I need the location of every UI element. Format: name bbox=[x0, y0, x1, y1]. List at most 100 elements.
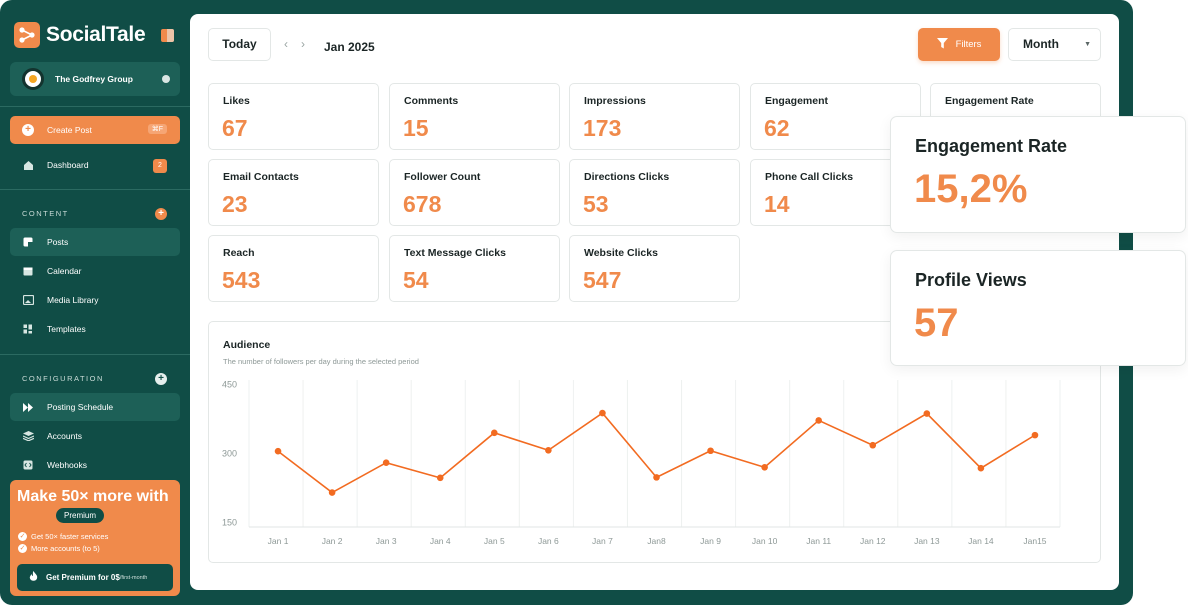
x-tick-label: Jan 11 bbox=[806, 536, 831, 546]
metric-card-impressions[interactable]: Impressions 173 bbox=[569, 83, 740, 150]
data-point bbox=[869, 441, 877, 449]
check-icon: ✓ bbox=[18, 544, 27, 553]
home-icon bbox=[22, 159, 34, 171]
media-icon bbox=[22, 294, 34, 306]
chevron-right-icon[interactable]: › bbox=[301, 38, 310, 51]
chevron-left-icon[interactable]: ‹ bbox=[284, 38, 293, 51]
section-label-configuration: CONFIGURATION bbox=[22, 374, 104, 383]
metric-value: 62 bbox=[764, 115, 790, 141]
create-post-button[interactable]: + Create Post ⌘F bbox=[10, 116, 180, 144]
add-content-icon[interactable]: + bbox=[155, 208, 167, 220]
sidebar-item-label: Dashboard bbox=[47, 160, 89, 170]
x-tick-label: Jan 5 bbox=[484, 536, 505, 546]
add-configuration-icon[interactable]: + bbox=[155, 373, 167, 385]
data-point bbox=[599, 409, 606, 417]
data-point bbox=[382, 459, 390, 466]
premium-promo-card: Make 50× more with Premium ✓ Get 50× fas… bbox=[10, 480, 180, 596]
org-avatar bbox=[22, 68, 44, 90]
x-tick-label: Jan 1 bbox=[268, 536, 289, 546]
notification-badge: 2 bbox=[153, 159, 167, 173]
sidebar-item-label: Templates bbox=[47, 324, 86, 334]
metric-value: 547 bbox=[583, 267, 622, 293]
org-switcher[interactable]: The Godfrey Group bbox=[10, 62, 180, 96]
today-button[interactable]: Today bbox=[208, 28, 271, 61]
x-tick-label: Jan 12 bbox=[860, 536, 886, 546]
premium-badge: Premium bbox=[56, 508, 105, 523]
audience-line-chart: 450 300 150 Jan 1 Jan 2 Jan 3 Jan 4 Jan 5 Jan 6 J… bbox=[222, 380, 1061, 546]
metric-value: 23 bbox=[222, 191, 248, 217]
flame-icon bbox=[29, 571, 38, 584]
x-tick-label: Jan 10 bbox=[752, 536, 778, 546]
metric-card-comments[interactable]: Comments 15 bbox=[389, 83, 560, 150]
data-point bbox=[274, 447, 282, 455]
divider bbox=[0, 189, 190, 190]
metric-card-text-message-clicks[interactable]: Text Message Clicks 54 bbox=[389, 235, 560, 302]
highlight-card-engagement-rate[interactable]: Engagement Rate 15,2% bbox=[890, 116, 1186, 233]
metric-label: Engagement Rate bbox=[945, 95, 1034, 107]
sidebar-item-webhooks[interactable]: Webhooks bbox=[10, 451, 180, 479]
chart-title: Audience bbox=[223, 339, 271, 351]
sidebar-toggle-icon[interactable] bbox=[161, 29, 174, 42]
metric-card-reach[interactable]: Reach 543 bbox=[208, 235, 379, 302]
metric-label: Comments bbox=[404, 95, 459, 107]
x-tick-label: Jan 3 bbox=[376, 536, 397, 546]
sidebar-item-label: Calendar bbox=[47, 266, 82, 276]
highlight-label: Profile Views bbox=[915, 270, 1027, 290]
shortcut-hint: ⌘F bbox=[147, 124, 167, 134]
metric-value: 15 bbox=[403, 115, 429, 141]
check-icon: ✓ bbox=[18, 532, 27, 541]
divider bbox=[0, 106, 190, 107]
schedule-icon bbox=[22, 401, 34, 413]
sidebar-item-dashboard[interactable]: Dashboard 2 bbox=[10, 151, 180, 179]
metric-label: Engagement bbox=[765, 95, 829, 107]
sidebar-item-accounts[interactable]: Accounts bbox=[10, 422, 180, 450]
sidebar-item-posts[interactable]: Posts bbox=[10, 228, 180, 256]
metric-card-follower-count[interactable]: Follower Count 678 bbox=[389, 159, 560, 226]
highlight-value: 15,2% bbox=[914, 167, 1028, 211]
data-point bbox=[653, 474, 660, 481]
webhooks-icon bbox=[22, 459, 34, 471]
data-point bbox=[328, 489, 336, 496]
metric-card-email-contacts[interactable]: Email Contacts 23 bbox=[208, 159, 379, 226]
metric-card-likes[interactable]: Likes 67 bbox=[208, 83, 379, 150]
get-premium-button[interactable]: Get Premium for 0$ /first-month bbox=[17, 564, 173, 591]
metric-value: 67 bbox=[222, 115, 248, 141]
range-select[interactable]: Month ▼ bbox=[1008, 28, 1101, 61]
metric-card-directions-clicks[interactable]: Directions Clicks 53 bbox=[569, 159, 740, 226]
metric-label: Website Clicks bbox=[584, 247, 658, 259]
chart-subtitle: The number of followers per day during t… bbox=[223, 357, 419, 366]
sidebar-item-calendar[interactable]: Calendar bbox=[10, 257, 180, 285]
x-tick-label: Jan15 bbox=[1023, 536, 1046, 546]
period-navigation: ‹ › bbox=[284, 38, 310, 51]
accounts-icon bbox=[22, 430, 34, 442]
x-tick-label: Jan 7 bbox=[592, 536, 613, 546]
metric-label: Text Message Clicks bbox=[404, 247, 506, 259]
sidebar-item-media-library[interactable]: Media Library bbox=[10, 286, 180, 314]
metric-card-website-clicks[interactable]: Website Clicks 547 bbox=[569, 235, 740, 302]
sidebar-item-label: Posting Schedule bbox=[47, 402, 114, 412]
filters-button[interactable]: Filters bbox=[918, 28, 1000, 61]
promo-feature-text: More accounts (to 5) bbox=[31, 544, 100, 553]
x-tick-label: Jan 13 bbox=[914, 536, 940, 546]
divider bbox=[0, 354, 190, 355]
templates-icon bbox=[22, 323, 34, 335]
x-tick-label: Jan 2 bbox=[322, 536, 343, 546]
highlight-card-profile-views[interactable]: Profile Views 57 bbox=[890, 250, 1186, 366]
gear-icon[interactable] bbox=[162, 75, 170, 83]
metric-label: Likes bbox=[223, 95, 250, 107]
promo-title: Make 50× more with bbox=[17, 488, 169, 505]
app-logo[interactable]: SocialTale bbox=[14, 22, 146, 48]
promo-feature-text: Get 50× faster services bbox=[31, 532, 109, 541]
metric-value: 54 bbox=[403, 267, 429, 293]
metric-value: 14 bbox=[764, 191, 790, 217]
sidebar-item-templates[interactable]: Templates bbox=[10, 315, 180, 343]
sidebar-item-posting-schedule[interactable]: Posting Schedule bbox=[10, 393, 180, 421]
calendar-icon bbox=[22, 265, 34, 277]
data-point bbox=[815, 417, 822, 424]
highlight-value: 57 bbox=[914, 301, 959, 345]
y-tick-label: 450 bbox=[222, 380, 237, 390]
x-tick-label: Jan 4 bbox=[430, 536, 451, 546]
sidebar: SocialTale The Godfrey Group + Create Po… bbox=[0, 0, 190, 605]
sidebar-item-label: Media Library bbox=[47, 295, 99, 305]
data-point bbox=[707, 447, 714, 455]
